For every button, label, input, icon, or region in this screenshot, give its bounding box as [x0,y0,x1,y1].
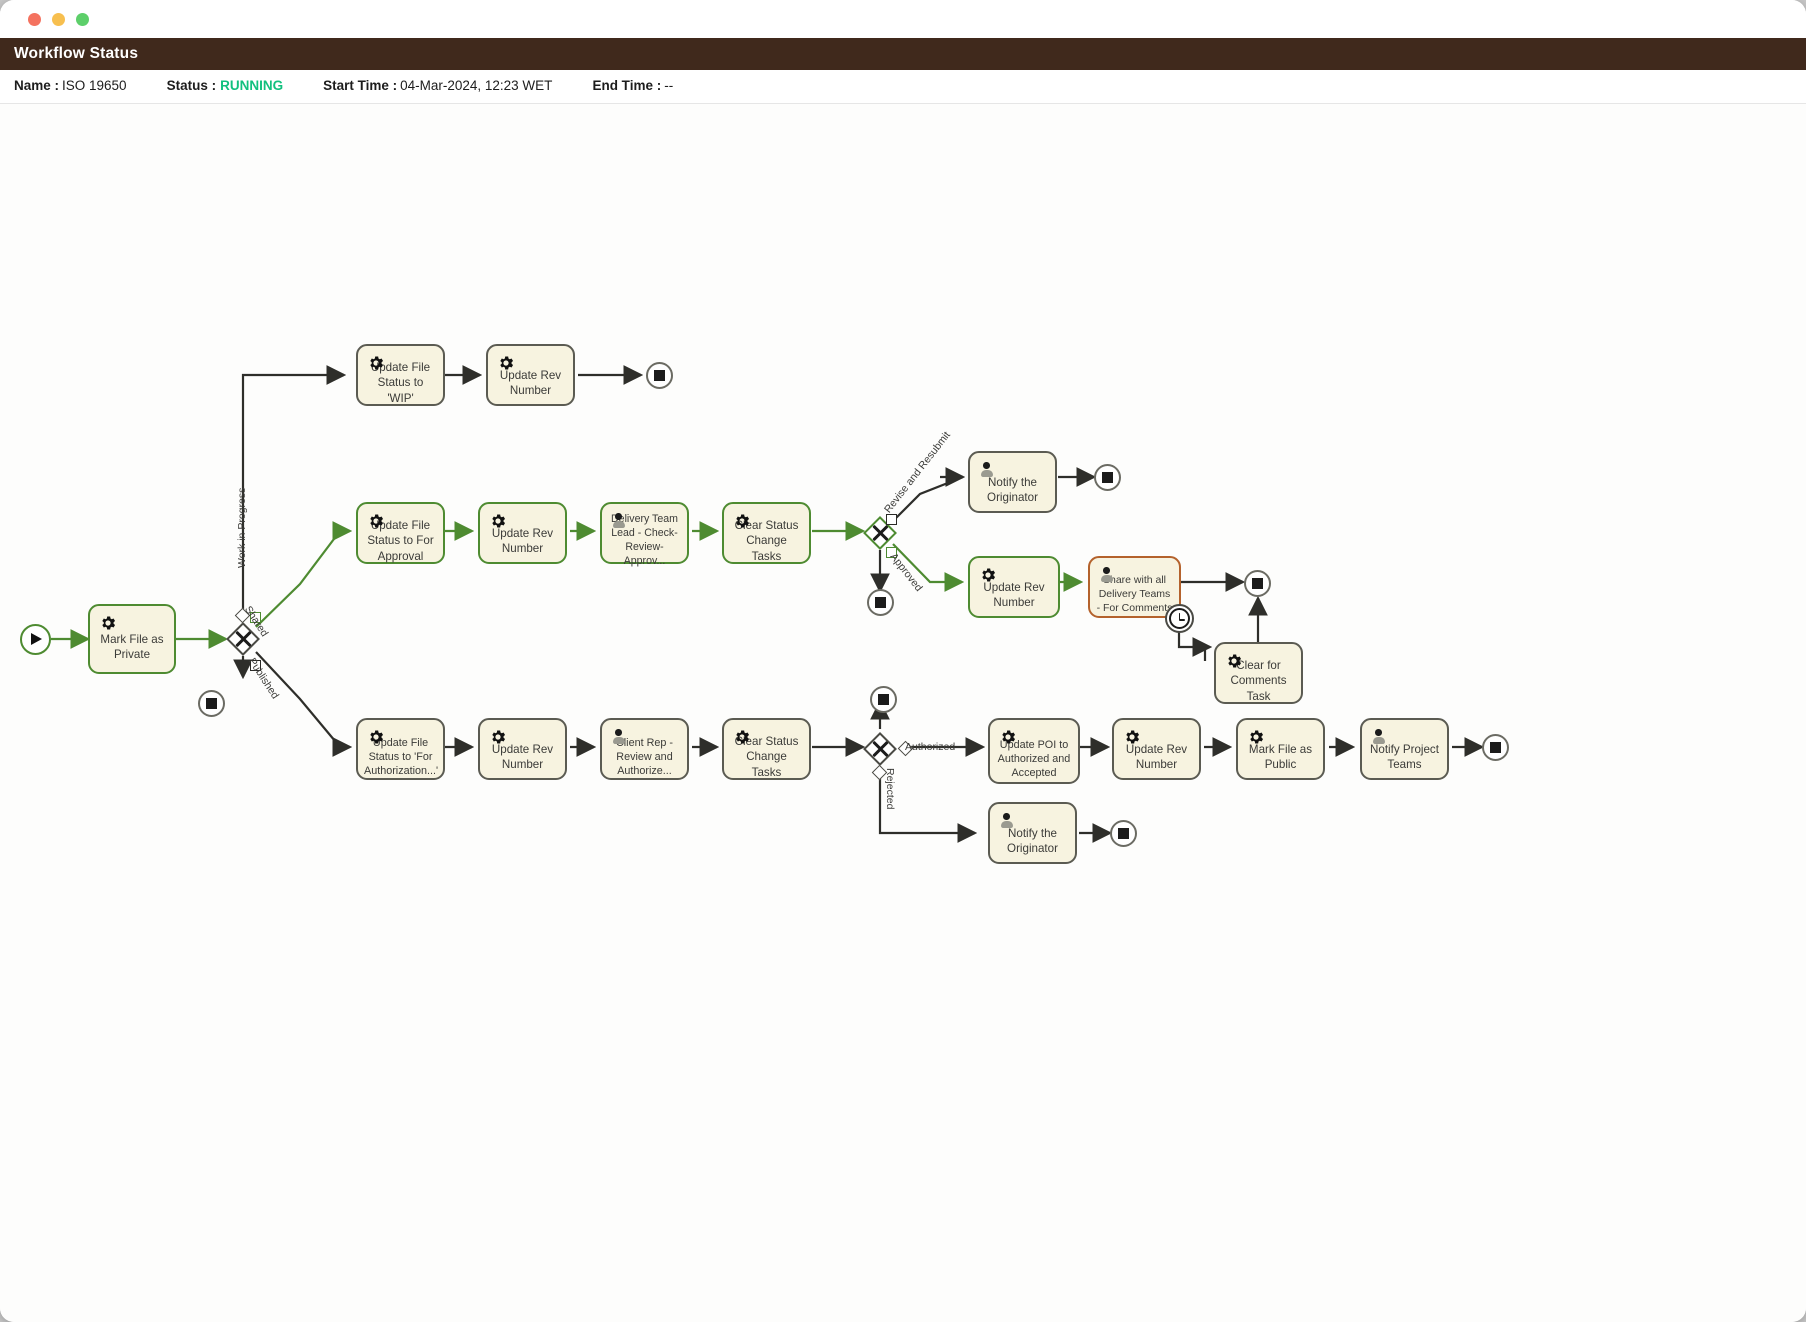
task-update-rev-number-authorization[interactable]: Update Rev Number [478,718,567,780]
task-clear-status-change-tasks-middle[interactable]: Clear Status Change Tasks [722,502,811,564]
gear-icon [1247,728,1265,746]
edge-label-authorized: Authorized [905,741,955,753]
workflow-nodes: Mark File as Private Work in Progress Sh… [0,104,1806,1322]
task-clear-status-change-tasks-bottom[interactable]: Clear Status Change Tasks [722,718,811,780]
meta-start-time: Start Time : 04-Mar-2024, 12:23 WET [323,78,552,93]
end-event-wip[interactable] [646,362,673,389]
user-icon [611,728,629,746]
gear-icon [367,512,385,530]
edge-label-approved: Approved [888,551,925,594]
task-notify-originator-rejected[interactable]: Notify the Originator [988,802,1077,864]
end-icon [1118,828,1129,839]
gear-icon [367,728,385,746]
gear-icon [489,728,507,746]
gear-icon [1225,652,1243,670]
meta-status: Status : RUNNING [167,78,284,93]
gear-icon [489,512,507,530]
end-event-authorization[interactable] [870,686,897,713]
end-event-main[interactable] [198,690,225,717]
task-notify-originator-approval[interactable]: Notify the Originator [968,451,1057,513]
end-event-share[interactable] [1244,570,1271,597]
task-client-rep-review-authorize[interactable]: Client Rep - Review and Authorize... [600,718,689,780]
task-delivery-team-lead-review[interactable]: Delivery Team Lead - Check-Review-Approv… [600,502,689,564]
task-update-rev-number-poi[interactable]: Update Rev Number [1112,718,1201,780]
zoom-window-button[interactable] [76,13,89,26]
edge-label-published: Published [246,656,281,701]
meta-end-value: -- [664,78,673,93]
end-event-notify-originator-2[interactable] [1110,820,1137,847]
meta-status-label: Status : [167,78,217,93]
meta-name: Name : ISO 19650 [14,78,127,93]
task-update-rev-number-wip[interactable]: Update Rev Number [486,344,575,406]
end-icon [1490,742,1501,753]
task-update-poi-authorized-accepted[interactable]: Update POI to Authorized and Accepted [988,718,1080,784]
page-title: Workflow Status [14,45,138,63]
user-icon [1099,566,1117,584]
gear-icon [999,728,1017,746]
workflow-meta-bar: Name : ISO 19650 Status : RUNNING Start … [0,70,1806,104]
meta-name-label: Name : [14,78,59,93]
gateway-authorization-decision[interactable] [863,732,897,766]
start-event[interactable] [20,624,51,655]
meta-name-value: ISO 19650 [62,78,127,93]
gear-icon [979,566,997,584]
gear-icon [99,614,117,632]
gear-icon [367,354,385,372]
meta-start-value: 04-Mar-2024, 12:23 WET [400,78,552,93]
gear-icon [1123,728,1141,746]
gear-icon [497,354,515,372]
status-badge: RUNNING [220,78,283,93]
app-header-bar: Workflow Status [0,38,1806,70]
end-event-project-teams[interactable] [1482,734,1509,761]
edge-label-revise-and-resubmit: Revise and Resubmit [882,429,953,515]
task-clear-for-comments[interactable]: Clear for Comments Task [1214,642,1303,704]
task-mark-file-private[interactable]: Mark File as Private [88,604,176,674]
end-event-notify-originator-1[interactable] [1094,464,1121,491]
end-event-approval[interactable] [867,589,894,616]
user-icon [1371,728,1389,746]
task-update-rev-number-approval[interactable]: Update Rev Number [478,502,567,564]
close-window-button[interactable] [28,13,41,26]
timer-boundary-event[interactable] [1165,604,1194,633]
task-update-status-for-authorization[interactable]: Update File Status to 'For Authorization… [356,718,445,780]
edge-label-work-in-progress: Work in Progress [236,488,248,568]
edge-label-rejected: Rejected [884,768,896,809]
meta-start-label: Start Time : [323,78,397,93]
gear-icon [733,728,751,746]
task-update-status-wip[interactable]: Update File Status to 'WIP' [356,344,445,406]
app-window: Workflow Status Name : ISO 19650 Status … [0,0,1806,1322]
task-notify-project-teams[interactable]: Notify Project Teams [1360,718,1449,780]
meta-end-time: End Time : -- [592,78,673,93]
minimize-window-button[interactable] [52,13,65,26]
play-icon [31,633,42,645]
window-titlebar [0,0,1806,40]
end-icon [875,597,886,608]
traffic-lights [28,13,89,26]
end-icon [878,694,889,705]
gear-icon [733,512,751,530]
flow-marker-revise [886,514,897,525]
xor-icon [863,732,897,766]
task-update-status-for-approval[interactable]: Update File Status to For Approval [356,502,445,564]
end-icon [1252,578,1263,589]
user-icon [979,461,997,479]
user-icon [999,812,1017,830]
end-icon [654,370,665,381]
meta-end-label: End Time : [592,78,661,93]
task-mark-file-public[interactable]: Mark File as Public [1236,718,1325,780]
task-update-rev-number-shared[interactable]: Update Rev Number [968,556,1060,618]
user-icon [611,512,629,530]
end-icon [206,698,217,709]
end-icon [1102,472,1113,483]
workflow-diagram-canvas[interactable]: Mark File as Private Work in Progress Sh… [0,104,1806,1322]
